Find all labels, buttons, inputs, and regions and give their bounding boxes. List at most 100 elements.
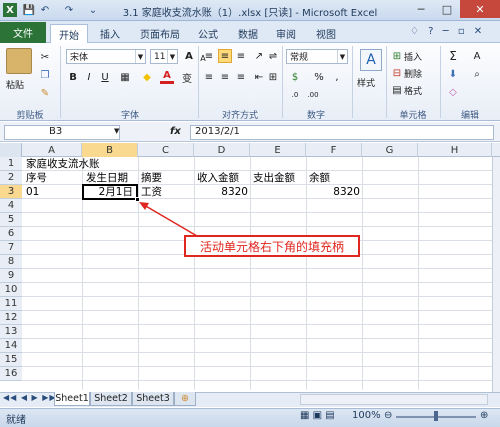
font-color-icon[interactable]: A [160, 70, 174, 84]
close-button[interactable]: ✕ [460, 0, 500, 18]
name-box[interactable]: B3 [4, 125, 120, 140]
border-icon[interactable]: ▦ [118, 70, 132, 84]
comma-button[interactable]: , [330, 70, 344, 84]
align-top-icon[interactable]: ≡ [202, 49, 216, 63]
horizontal-scrollbar[interactable] [300, 394, 488, 405]
column-header[interactable]: C [138, 143, 194, 157]
row-header[interactable]: 4 [0, 199, 22, 213]
sheet-tab-sheet3[interactable]: Sheet3 [132, 392, 174, 406]
formula-input[interactable]: 2013/2/1 [190, 125, 494, 140]
number-format-select[interactable]: 常规 ▼ [286, 49, 348, 64]
zoom-in-icon[interactable]: ⊕ [480, 410, 488, 421]
align-center-icon[interactable]: ≡ [218, 70, 232, 84]
insert-function-button[interactable]: fx [170, 126, 181, 137]
align-right-icon[interactable]: ≡ [234, 70, 248, 84]
row-header[interactable]: 7 [0, 241, 22, 255]
row-header[interactable]: 13 [0, 325, 22, 339]
tab-page-layout[interactable]: 页面布局 [132, 24, 188, 43]
row-header[interactable]: 9 [0, 269, 22, 283]
column-header[interactable]: H [418, 143, 492, 157]
fill-color-icon[interactable]: ◆ [140, 70, 154, 84]
cell-a2[interactable]: 序号 [26, 171, 47, 185]
copy-icon[interactable]: ❐ [38, 68, 52, 82]
select-all-button[interactable] [0, 143, 22, 157]
increase-decimal-icon[interactable]: .0 [288, 88, 302, 102]
sheet-nav-icons[interactable]: ◀◀ ◀ ▶ ▶▶ [3, 393, 57, 402]
delete-cells-button[interactable]: ⊟ 删除 [390, 66, 422, 80]
cell-f3[interactable]: 8320 [306, 185, 360, 199]
row-header[interactable]: 3 [0, 185, 22, 199]
format-cells-button[interactable]: ▤ 格式 [390, 83, 422, 97]
row-header[interactable]: 14 [0, 339, 22, 353]
tab-insert[interactable]: 插入 [92, 24, 128, 43]
column-header[interactable]: G [362, 143, 418, 157]
indent-icon[interactable]: ⇤ [252, 70, 266, 84]
row-header[interactable]: 16 [0, 367, 22, 381]
font-size-select[interactable]: 11 ▼ [150, 49, 178, 64]
decrease-decimal-icon[interactable]: .00 [306, 88, 320, 102]
styles-button[interactable]: 样式 [357, 76, 375, 89]
percent-button[interactable]: % [312, 70, 326, 84]
view-mode-icons[interactable]: ▦ ▣ ▤ [300, 410, 335, 421]
sheet-tab-sheet2[interactable]: Sheet2 [90, 392, 132, 406]
orientation-icon[interactable]: ↗ [252, 49, 266, 63]
row-header[interactable]: 6 [0, 227, 22, 241]
font-name-select[interactable]: 宋体 ▼ [66, 49, 146, 64]
vertical-scrollbar[interactable] [492, 157, 500, 392]
cell-a1[interactable]: 家庭收支流水账 [26, 157, 100, 171]
clear-icon[interactable]: ◇ [446, 85, 460, 99]
maximize-button[interactable]: □ [434, 0, 460, 18]
active-cell-b3[interactable]: 2月1日 [82, 184, 138, 200]
align-left-icon[interactable]: ≡ [202, 70, 216, 84]
column-header[interactable]: E [250, 143, 306, 157]
row-header[interactable]: 11 [0, 297, 22, 311]
row-header[interactable]: 8 [0, 255, 22, 269]
align-middle-icon[interactable]: ≡ [218, 49, 232, 63]
cell-a3[interactable]: 01 [26, 185, 39, 199]
paste-icon[interactable] [6, 48, 32, 74]
tab-file[interactable]: 文件 [0, 22, 46, 43]
column-header[interactable]: B [82, 143, 138, 157]
underline-button[interactable]: U [98, 70, 112, 84]
zoom-level[interactable]: 100% [352, 410, 381, 421]
row-header[interactable]: 2 [0, 171, 22, 185]
row-header[interactable]: 12 [0, 311, 22, 325]
column-header[interactable]: D [194, 143, 250, 157]
minimize-button[interactable]: ─ [408, 0, 434, 18]
cell-b2[interactable]: 发生日期 [86, 171, 128, 185]
zoom-out-icon[interactable]: ⊖ [384, 410, 392, 421]
cell-c2[interactable]: 摘要 [141, 171, 162, 185]
row-header[interactable]: 15 [0, 353, 22, 367]
row-header[interactable]: 10 [0, 283, 22, 297]
wrap-text-icon[interactable]: ⇌ [266, 49, 280, 63]
ribbon-help-icons[interactable]: ♢ ? ─ ▫ ✕ [410, 26, 485, 37]
insert-sheet-icon[interactable]: ⊕ [174, 392, 196, 406]
cell-e2[interactable]: 支出金额 [253, 171, 295, 185]
merge-cells-icon[interactable]: ⊞ [266, 70, 280, 84]
tab-data[interactable]: 数据 [230, 24, 266, 43]
tab-home[interactable]: 开始 [50, 24, 88, 44]
cut-icon[interactable]: ✂ [38, 50, 52, 64]
find-select-icon[interactable]: ⌕ [470, 67, 484, 81]
align-bottom-icon[interactable]: ≡ [234, 49, 248, 63]
insert-cells-button[interactable]: ⊞ 插入 [390, 49, 422, 63]
tab-view[interactable]: 视图 [308, 24, 344, 43]
sheet-tab-sheet1[interactable]: Sheet1 [54, 392, 90, 406]
grow-font-icon[interactable]: A [182, 49, 196, 63]
column-header[interactable]: A [22, 143, 82, 157]
bold-button[interactable]: B [66, 70, 80, 84]
currency-icon[interactable]: $ [288, 70, 302, 84]
styles-icon[interactable]: A [360, 49, 382, 71]
cell-d2[interactable]: 收入金额 [197, 171, 239, 185]
phonetic-icon[interactable]: 变 [180, 70, 194, 85]
paste-button[interactable]: 粘贴 [6, 78, 36, 91]
italic-button[interactable]: I [82, 70, 96, 84]
zoom-slider-thumb[interactable] [434, 411, 438, 421]
column-header[interactable]: F [306, 143, 362, 157]
autosum-icon[interactable]: Σ [446, 49, 460, 63]
cell-f2[interactable]: 余额 [309, 171, 330, 185]
fill-icon[interactable]: ⬇ [446, 67, 460, 81]
sort-filter-icon[interactable]: A [470, 49, 484, 63]
row-header[interactable]: 1 [0, 157, 22, 171]
format-painter-icon[interactable]: ✎ [38, 86, 52, 100]
